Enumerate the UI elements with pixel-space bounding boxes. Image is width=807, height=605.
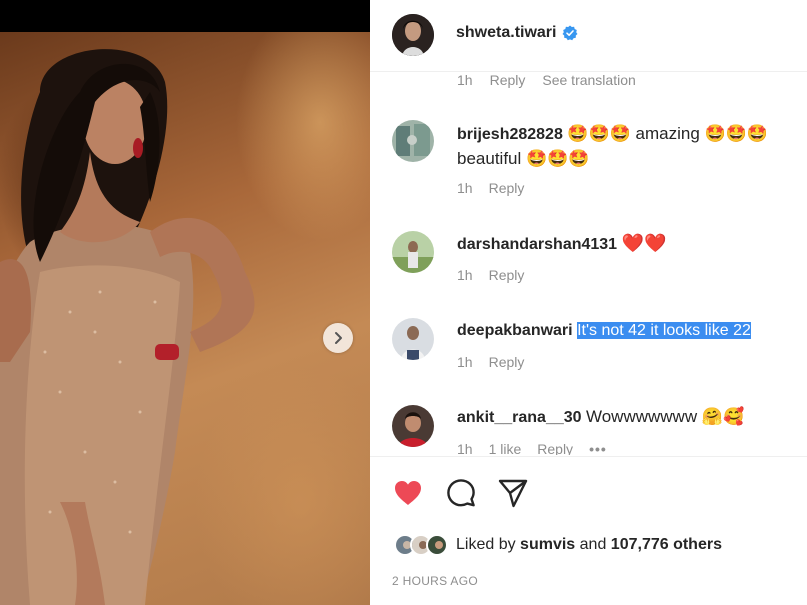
likes-summary: Liked by sumvis and 107,776 others (394, 534, 722, 556)
comment-body: deepakbanwari It's not 42 it looks like … (457, 319, 807, 343)
avatar-image (392, 14, 434, 56)
comment-meta: 1h Reply (457, 180, 524, 196)
liker-avatar (426, 534, 448, 556)
comment-body: darshandarshan4131 ❤️❤️ (457, 231, 807, 257)
likes-count[interactable]: 107,776 others (611, 536, 722, 553)
comment-meta: 1h 1 like Reply ••• (457, 441, 607, 455)
comment-likes[interactable]: 1 like (489, 441, 522, 455)
avatar-image (428, 536, 446, 554)
comment-time: 1h (457, 354, 473, 370)
comment-meta: 1h Reply (457, 354, 524, 370)
commenter-username[interactable]: darshandarshan4131 (457, 236, 617, 253)
post-photo (0, 32, 370, 605)
commenter-avatar[interactable] (392, 318, 434, 360)
see-translation-link[interactable]: See translation (542, 72, 635, 88)
avatar-image (392, 318, 434, 360)
likes-text: Liked by sumvis and 107,776 others (456, 536, 722, 554)
comment-text-line2: beautiful 🤩🤩🤩 (457, 149, 590, 168)
liker-username[interactable]: sumvis (520, 536, 575, 553)
avatar-image (392, 231, 434, 273)
paper-plane-icon[interactable] (497, 477, 529, 509)
portrait-illustration (0, 49, 255, 605)
comment-body: ankit__rana__30 Wowwwwwww 🤗🥰 (457, 405, 807, 430)
reply-link[interactable]: Reply (489, 267, 525, 283)
comment-time: 1h (457, 441, 473, 455)
author-avatar[interactable] (392, 14, 434, 56)
commenter-avatar[interactable] (392, 120, 434, 162)
comment-body: brijesh282828 🤩🤩🤩 amazing 🤩🤩🤩 beautiful … (457, 122, 807, 172)
author-username[interactable]: shweta.tiwari (456, 24, 556, 42)
comment-time: 1h (457, 72, 473, 88)
comment-bubble-icon[interactable] (445, 477, 477, 509)
post-media (0, 0, 370, 605)
next-media-button[interactable] (323, 323, 353, 353)
comment-time: 1h (457, 267, 473, 283)
likes-connector: and (579, 536, 607, 553)
commenter-username[interactable]: brijesh282828 (457, 126, 563, 143)
partial-comment-meta: 1h Reply See translation (457, 72, 636, 88)
comment-meta: 1h Reply (457, 267, 524, 283)
reply-link[interactable]: Reply (490, 72, 526, 88)
chevron-right-icon (335, 332, 342, 344)
liked-by-prefix: Liked by (456, 536, 516, 553)
comment-text: Wowwwwwww 🤗🥰 (585, 407, 745, 426)
comment-text: 🤩🤩🤩 amazing 🤩🤩🤩 (567, 124, 769, 143)
reply-link[interactable]: Reply (489, 180, 525, 196)
post-header: shweta.tiwari (370, 0, 807, 72)
comment-text: It's not 42 it looks like 22 (577, 322, 751, 339)
comments-list[interactable]: 1h Reply See translation brijesh282828 🤩… (370, 72, 807, 455)
avatar-image (392, 405, 434, 447)
post-side-panel: shweta.tiwari 1h Reply See translation b… (370, 0, 807, 605)
commenter-username[interactable]: deepakbanwari (457, 322, 573, 339)
commenter-avatar[interactable] (392, 231, 434, 273)
commenter-username[interactable]: ankit__rana__30 (457, 409, 582, 426)
post-actions: Liked by sumvis and 107,776 others 2 HOU… (370, 456, 807, 605)
comment-text: ❤️❤️ (621, 233, 667, 253)
reply-link[interactable]: Reply (489, 354, 525, 370)
more-options-icon[interactable]: ••• (589, 441, 607, 455)
author-username-row: shweta.tiwari (456, 24, 578, 42)
commenter-avatar[interactable] (392, 405, 434, 447)
comment-time: 1h (457, 180, 473, 196)
avatar-image (392, 120, 434, 162)
reply-link[interactable]: Reply (537, 441, 573, 455)
post-timestamp[interactable]: 2 HOURS AGO (392, 574, 478, 588)
verified-badge-icon (562, 25, 578, 41)
heart-filled-icon[interactable] (392, 477, 424, 509)
